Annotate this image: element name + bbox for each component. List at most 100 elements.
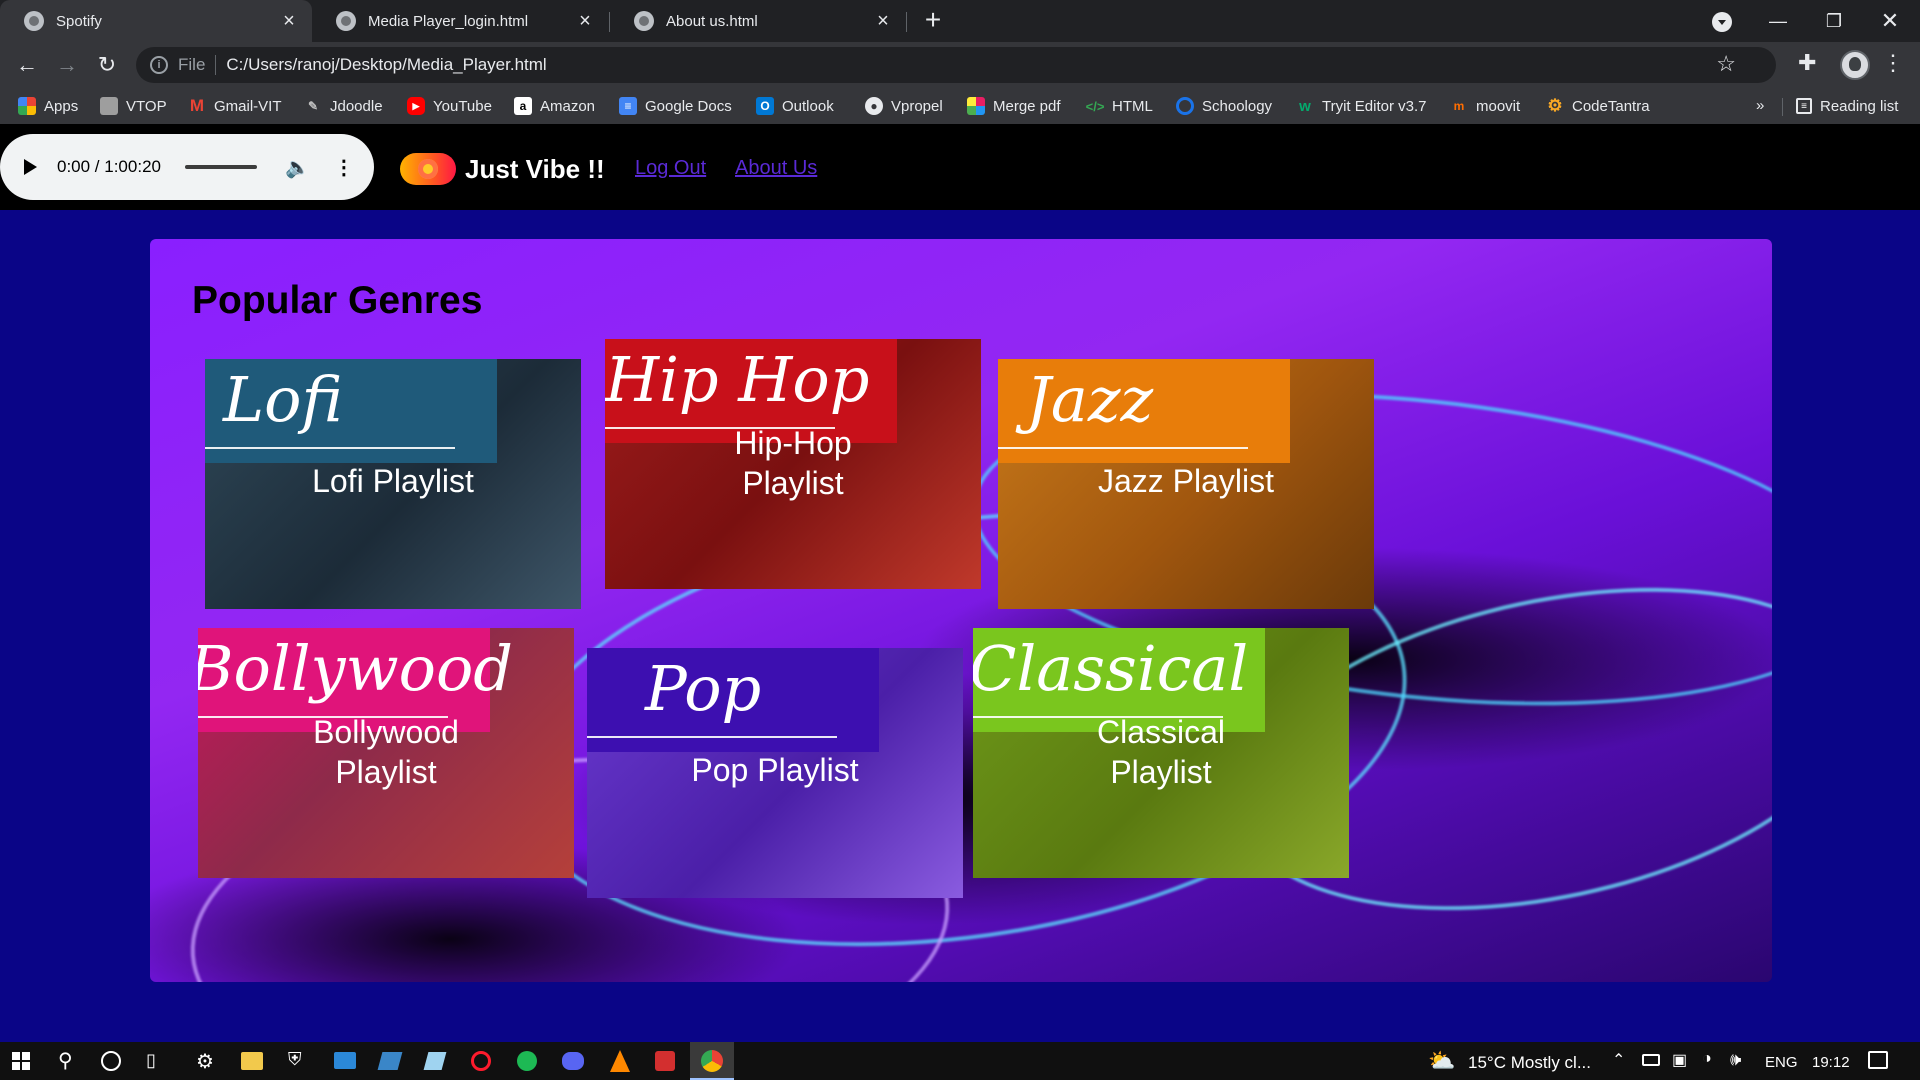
genre-card-jazz[interactable]: Jazz Jazz Playlist bbox=[998, 359, 1374, 609]
tab-title: Media Player_login.html bbox=[368, 12, 529, 30]
bookmark-youtube[interactable]: ▶ YouTube bbox=[407, 95, 492, 117]
genre-label: Lofi Playlist bbox=[312, 463, 474, 499]
discord-icon[interactable] bbox=[562, 1052, 584, 1070]
bookmark-vpropel[interactable]: ● Vpropel bbox=[865, 95, 943, 117]
notepad-icon[interactable] bbox=[423, 1052, 447, 1070]
bookmark-label: Jdoodle bbox=[330, 97, 383, 115]
battery-icon[interactable] bbox=[1642, 1054, 1660, 1066]
brand-logo bbox=[400, 153, 456, 185]
w3schools-icon: w bbox=[1299, 97, 1311, 115]
address-url[interactable]: C:/Users/ranoj/Desktop/Media_Player.html bbox=[226, 55, 546, 75]
mail-icon[interactable] bbox=[334, 1052, 356, 1069]
bookmark-gmail-vit[interactable]: M Gmail-VIT bbox=[188, 95, 282, 117]
close-icon[interactable]: × bbox=[280, 10, 298, 33]
tab-divider bbox=[906, 12, 907, 32]
reading-list-button[interactable]: ≡ Reading list bbox=[1796, 95, 1898, 117]
speaker-icon[interactable]: 🕪 bbox=[1730, 1049, 1741, 1070]
google-docs-icon: ≡ bbox=[619, 97, 637, 115]
tab-spotify[interactable]: Spotify × bbox=[0, 0, 312, 42]
youtube-icon: ▶ bbox=[407, 97, 425, 115]
windows-start-icon[interactable] bbox=[12, 1052, 30, 1070]
logout-link[interactable]: Log Out bbox=[635, 157, 706, 180]
back-button[interactable]: ← bbox=[12, 50, 42, 80]
info-icon[interactable]: i bbox=[150, 56, 168, 74]
seek-slider[interactable] bbox=[184, 165, 257, 169]
bookmark-merge-pdf[interactable]: Merge pdf bbox=[967, 95, 1061, 117]
profile-avatar[interactable] bbox=[1840, 50, 1870, 80]
bookmark-label: HTML bbox=[1112, 97, 1153, 115]
input-language[interactable]: ENG bbox=[1765, 1054, 1798, 1071]
forward-button[interactable]: → bbox=[52, 50, 82, 80]
bookmarks-bar: Apps VTOP M Gmail-VIT ✎ Jdoodle ▶ YouTub… bbox=[0, 88, 1920, 124]
genre-card-classical[interactable]: Classical Classical Playlist bbox=[973, 628, 1349, 878]
meet-now-icon[interactable]: ▣ bbox=[1672, 1050, 1687, 1070]
audio-player[interactable]: 0:00 / 1:00:20 🔈 ⋮ bbox=[0, 134, 374, 200]
more-options-icon[interactable]: ⋮ bbox=[334, 155, 354, 180]
tab-title: Spotify bbox=[56, 12, 102, 30]
genre-script-title: Bollywood bbox=[198, 632, 513, 705]
wifi-icon[interactable]: ◑ bbox=[1702, 1050, 1712, 1068]
bookmark-codetantra[interactable]: ⚙ CodeTantra bbox=[1546, 95, 1650, 117]
globe-icon bbox=[634, 11, 654, 31]
weather-text[interactable]: 15°C Mostly cl... bbox=[1468, 1053, 1591, 1073]
tab-search-icon[interactable] bbox=[1712, 12, 1732, 32]
search-icon[interactable]: ⚲ bbox=[58, 1048, 73, 1073]
bookmark-vtop[interactable]: VTOP bbox=[100, 95, 167, 117]
apps-grid-icon bbox=[18, 97, 36, 115]
genre-card-hip-hop[interactable]: Hip Hop Hip-Hop Playlist bbox=[605, 339, 981, 589]
cortana-icon[interactable] bbox=[101, 1051, 121, 1071]
address-scheme: File bbox=[178, 55, 206, 74]
tab-media-player-login[interactable]: Media Player_login.html × bbox=[312, 0, 608, 42]
acrobat-icon[interactable] bbox=[655, 1051, 675, 1071]
system-clock[interactable]: 19:12 bbox=[1812, 1054, 1850, 1071]
close-icon[interactable]: × bbox=[576, 10, 594, 33]
bookmarks-overflow-button[interactable]: » bbox=[1756, 97, 1764, 114]
bookmark-amazon[interactable]: a Amazon bbox=[514, 95, 595, 117]
chrome-taskbar-button[interactable] bbox=[690, 1042, 734, 1080]
genre-card-pop[interactable]: Pop Pop Playlist bbox=[587, 648, 963, 898]
close-window-button[interactable]: ✕ bbox=[1862, 0, 1918, 42]
minimize-button[interactable]: — bbox=[1750, 0, 1806, 42]
shield-icon[interactable]: ⛨ bbox=[288, 1049, 302, 1070]
tab-title: About us.html bbox=[666, 12, 758, 30]
bookmark-google-docs[interactable]: ≡ Google Docs bbox=[619, 95, 732, 117]
weather-icon[interactable]: ⛅ bbox=[1428, 1048, 1455, 1074]
bookmark-apps[interactable]: Apps bbox=[18, 95, 78, 117]
remote-desktop-icon[interactable] bbox=[377, 1052, 403, 1070]
bookmark-html[interactable]: </> HTML bbox=[1086, 95, 1153, 117]
task-view-icon[interactable]: ▯ bbox=[146, 1050, 156, 1071]
bookmark-jdoodle[interactable]: ✎ Jdoodle bbox=[304, 95, 383, 117]
notifications-icon[interactable] bbox=[1868, 1051, 1888, 1069]
bookmark-label: Merge pdf bbox=[993, 97, 1061, 115]
genre-card-bollywood[interactable]: Bollywood Bollywood Playlist bbox=[198, 628, 574, 878]
genre-label: Hip-Hop Playlist bbox=[734, 425, 852, 501]
new-tab-button[interactable]: + bbox=[918, 6, 948, 36]
volume-icon[interactable]: 🔈 bbox=[285, 155, 310, 180]
chevron-up-icon[interactable]: ⌃ bbox=[1612, 1050, 1625, 1070]
extensions-puzzle-icon[interactable]: ✚ bbox=[1798, 50, 1816, 76]
restore-button[interactable]: ❐ bbox=[1806, 0, 1862, 42]
bookmark-star-icon[interactable]: ☆ bbox=[1716, 51, 1736, 77]
file-explorer-icon[interactable] bbox=[241, 1052, 263, 1070]
bookmark-tryit-editor[interactable]: w Tryit Editor v3.7 bbox=[1296, 95, 1426, 117]
reload-button[interactable]: ↻ bbox=[92, 50, 122, 80]
settings-gear-icon[interactable]: ⚙ bbox=[196, 1049, 214, 1074]
kebab-menu-icon[interactable]: ⋮ bbox=[1882, 50, 1904, 76]
bookmark-outlook[interactable]: O Outlook bbox=[756, 95, 834, 117]
bookmark-label: Outlook bbox=[782, 97, 834, 115]
address-bar[interactable]: i File C:/Users/ranoj/Desktop/Media_Play… bbox=[136, 47, 1776, 83]
bookmark-moovit[interactable]: m moovit bbox=[1450, 95, 1521, 117]
vlc-icon[interactable] bbox=[610, 1050, 630, 1072]
about-us-link[interactable]: About Us bbox=[735, 157, 817, 180]
bookmark-schoology[interactable]: Schoology bbox=[1176, 95, 1272, 117]
play-icon[interactable] bbox=[24, 159, 37, 175]
site-header: 0:00 / 1:00:20 🔈 ⋮ Just Vibe !! Log Out … bbox=[0, 124, 1920, 210]
schoology-icon bbox=[1176, 97, 1194, 115]
bookmark-label: Amazon bbox=[540, 97, 596, 115]
tab-about-us[interactable]: About us.html × bbox=[610, 0, 906, 42]
spotify-icon[interactable] bbox=[517, 1051, 537, 1071]
close-icon[interactable]: × bbox=[874, 10, 892, 33]
opera-icon[interactable] bbox=[471, 1051, 491, 1071]
genre-card-lofi[interactable]: Lofi Lofi Playlist bbox=[205, 359, 581, 609]
bookmark-label: CodeTantra bbox=[1572, 97, 1650, 115]
